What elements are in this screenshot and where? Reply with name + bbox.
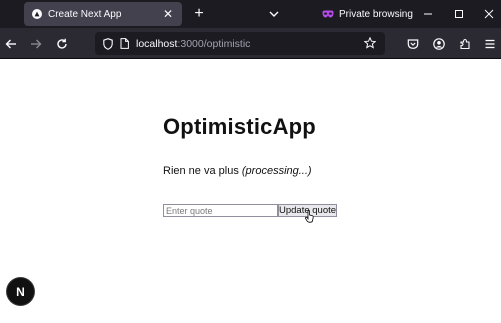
back-button[interactable] <box>1 34 21 54</box>
page-icon[interactable] <box>120 38 129 49</box>
account-icon <box>433 38 445 50</box>
private-browsing-indicator: Private browsing <box>322 5 413 23</box>
page-title: OptimisticApp <box>163 114 316 139</box>
quote-text: Rien ne va plus <box>163 165 239 177</box>
url-host: localhost <box>136 37 178 50</box>
pocket-button[interactable] <box>403 34 423 54</box>
tab-list-icon[interactable] <box>266 5 282 23</box>
forward-button[interactable] <box>26 34 46 54</box>
quote-input[interactable] <box>163 204 278 217</box>
tab-title: Create Next App <box>48 8 122 20</box>
maximize-button[interactable] <box>449 4 469 24</box>
url-path: :3000/optimistic <box>177 37 251 50</box>
private-browsing-label: Private browsing <box>339 8 413 20</box>
quote-status: Rien ne va plus (processing...) <box>163 165 312 177</box>
reload-icon <box>57 38 67 49</box>
extensions-button[interactable] <box>455 34 475 54</box>
star-icon[interactable] <box>364 37 376 49</box>
menu-button[interactable] <box>480 34 500 54</box>
extensions-icon <box>460 38 470 50</box>
new-tab-button[interactable]: + <box>190 4 208 24</box>
account-button[interactable] <box>429 34 449 54</box>
tab-create-next-app[interactable]: Create Next App ✕ <box>24 2 182 26</box>
navigation-toolbar: localhost:3000/optimistic <box>0 28 501 59</box>
minimize-icon <box>424 13 432 15</box>
minimize-button[interactable] <box>418 4 438 24</box>
private-mask-icon <box>322 10 334 18</box>
maximize-icon <box>455 10 463 18</box>
menu-icon <box>485 39 495 49</box>
tab-close-icon[interactable]: ✕ <box>162 7 174 21</box>
url-text[interactable]: localhost:3000/optimistic <box>136 38 250 50</box>
close-window-icon <box>484 9 494 19</box>
forward-icon <box>31 39 42 49</box>
back-icon <box>5 39 16 49</box>
mouse-cursor-icon <box>305 210 314 223</box>
close-window-button[interactable] <box>479 4 499 24</box>
shield-icon[interactable] <box>103 37 113 50</box>
processing-label: (processing...) <box>241 165 312 177</box>
page-content: OptimisticApp Rien ne va plus (processin… <box>0 59 501 323</box>
nextjs-dev-badge[interactable]: N <box>7 278 34 305</box>
nextjs-triangle-icon <box>32 9 42 19</box>
pocket-icon <box>407 39 419 49</box>
reload-button[interactable] <box>52 34 72 54</box>
url-bar[interactable]: localhost:3000/optimistic <box>95 32 385 55</box>
title-bar: Create Next App ✕ + Private browsing <box>0 0 501 28</box>
